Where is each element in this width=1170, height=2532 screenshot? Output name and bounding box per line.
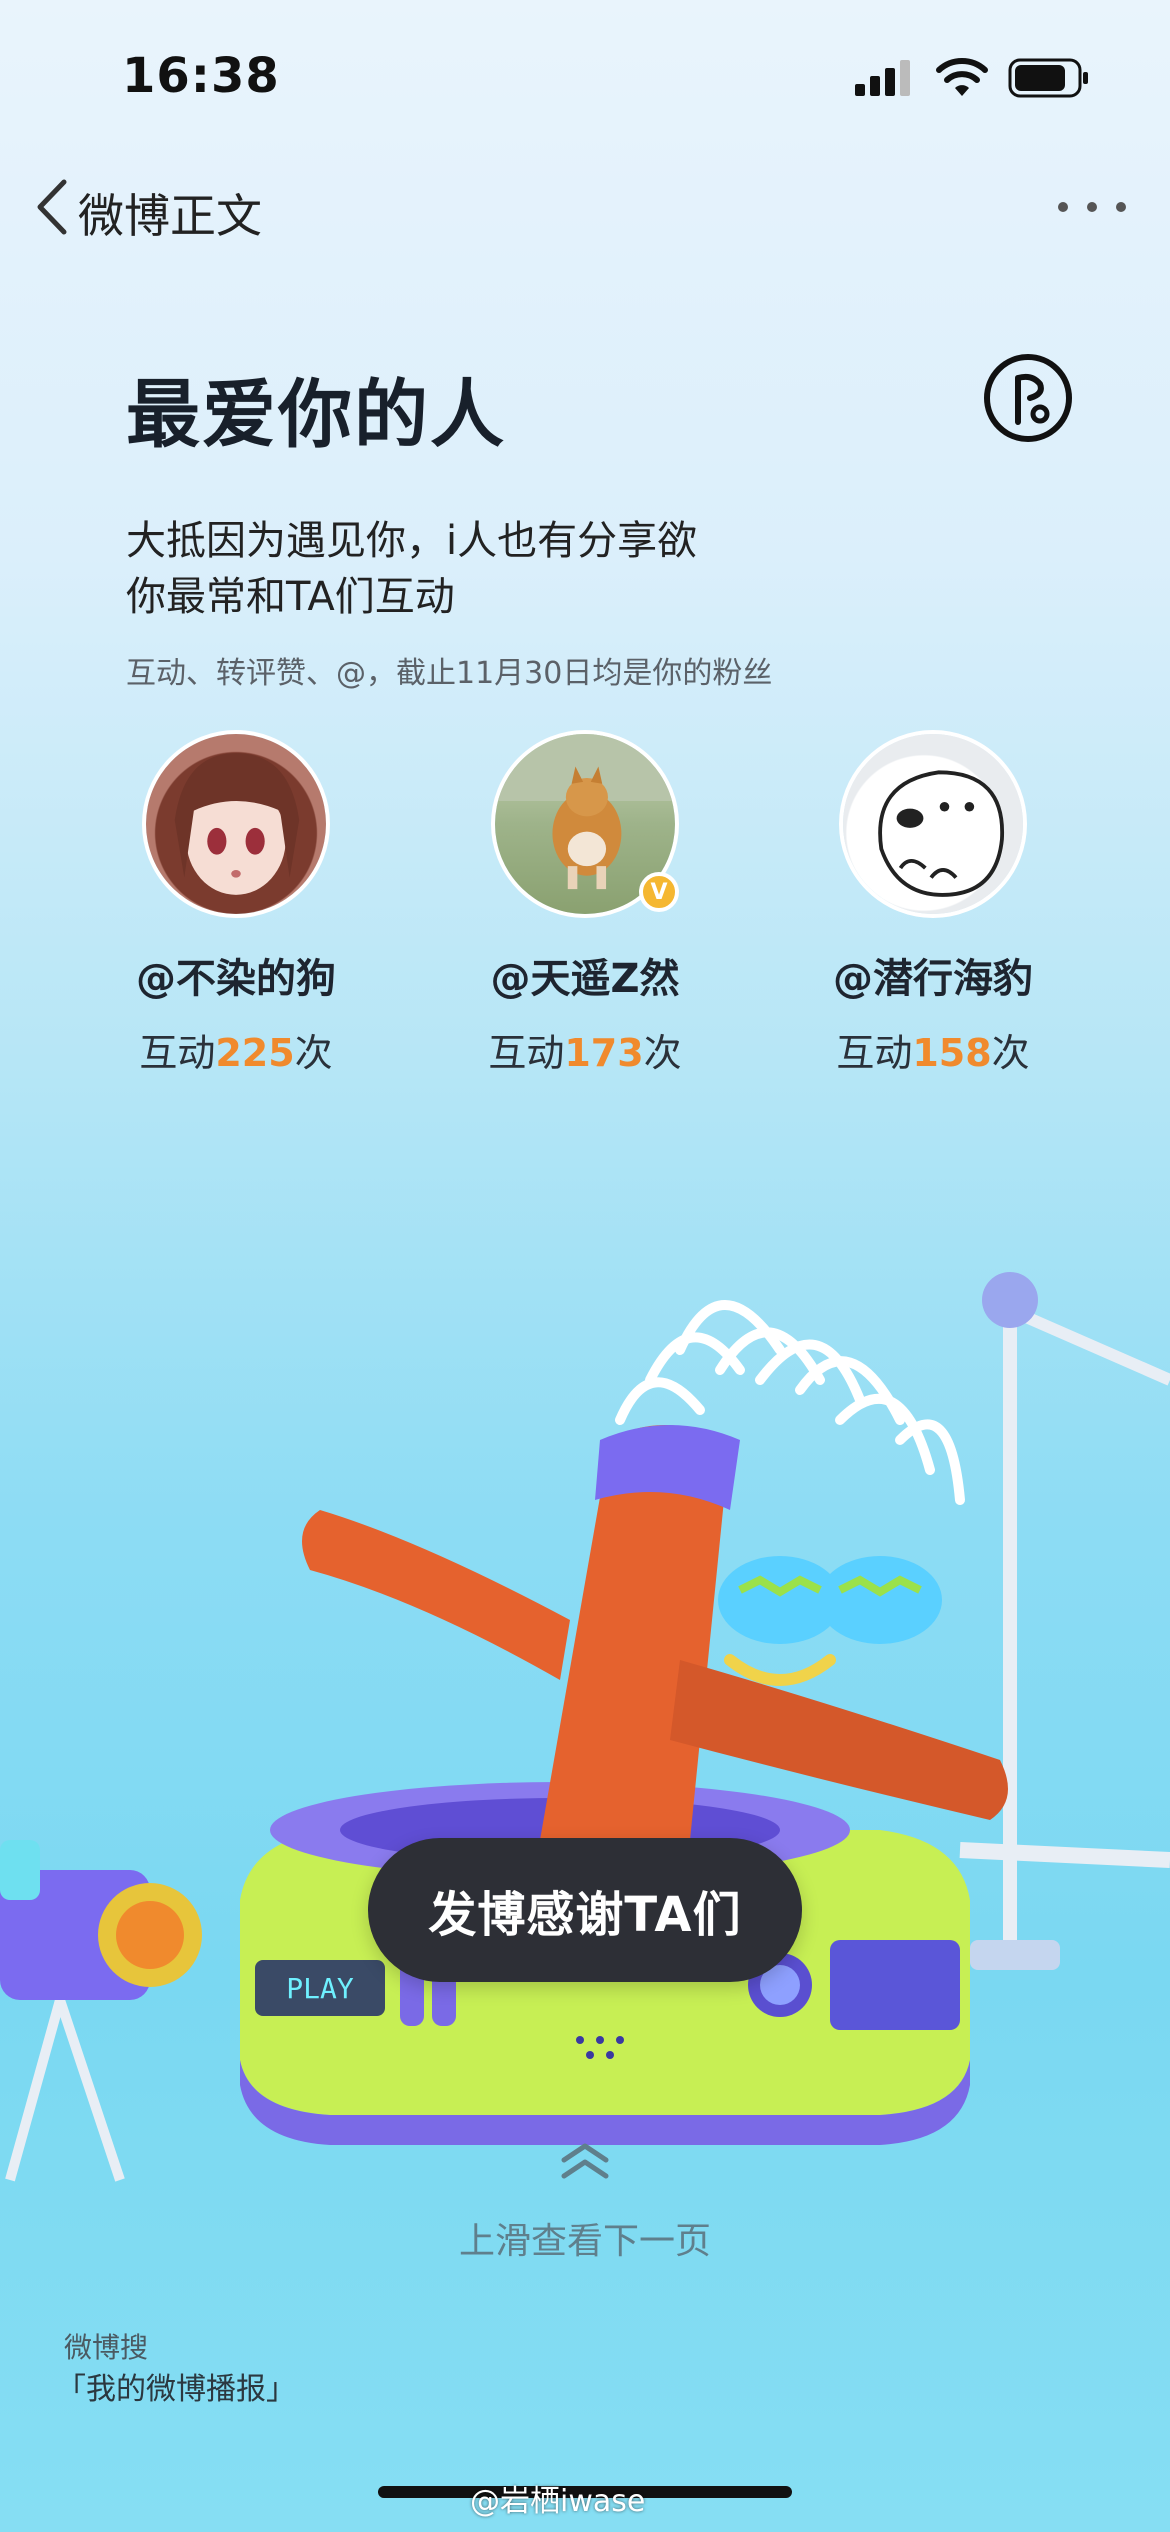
user-name: @天遥Z然 <box>490 956 680 1002</box>
user-name: @潜行海豹 <box>833 956 1033 1002</box>
dancing-tube-illustration: PLAY <box>0 1272 1170 2182</box>
double-chevron-up-icon <box>561 2143 609 2179</box>
nav-title: 微博正文 <box>78 189 262 243</box>
status-time: 16:38 <box>122 48 280 104</box>
play-screen-text: PLAY <box>286 1972 354 2005</box>
interaction-count: 互动158次 <box>836 1031 1030 1075</box>
battery-icon <box>1008 58 1088 98</box>
user-name: @不染的狗 <box>136 956 336 1002</box>
more-horizontal-icon[interactable] <box>1056 200 1128 214</box>
subtitle-line-1: 大抵因为遇见你，i人也有分享欲 <box>126 518 698 564</box>
avatar[interactable] <box>142 730 330 918</box>
fans-note: 互动、转评赞、@，截止11月30日均是你的粉丝 <box>126 656 773 691</box>
thank-them-button[interactable]: 发博感谢TA们 <box>368 1838 802 1982</box>
subtitle-line-2: 你最常和TA们互动 <box>126 574 455 620</box>
interaction-count: 互动173次 <box>488 1031 682 1075</box>
avatar[interactable]: V <box>491 730 679 918</box>
user-card[interactable]: @潜行海豹 互动158次 <box>768 730 1098 1077</box>
chevron-left-icon[interactable] <box>32 176 72 238</box>
user-card[interactable]: @不染的狗 互动225次 <box>71 730 401 1077</box>
footer-line-2: 「我的微博播报」 <box>56 2372 296 2407</box>
user-card[interactable]: V @天遥Z然 互动173次 <box>420 730 750 1077</box>
swipe-hint: 上滑查看下一页 <box>458 2221 711 2262</box>
avatar[interactable] <box>839 730 1027 918</box>
page-title: 最爱你的人 <box>126 372 506 458</box>
signal-icon <box>855 60 910 96</box>
wifi-icon <box>936 58 988 96</box>
footer-line-1: 微博搜 <box>64 2331 149 2364</box>
music-note-icon[interactable] <box>982 352 1074 444</box>
verified-badge: V <box>639 872 679 912</box>
watermark: @岩栖iwase <box>470 2484 646 2519</box>
interaction-count: 互动225次 <box>139 1031 333 1075</box>
